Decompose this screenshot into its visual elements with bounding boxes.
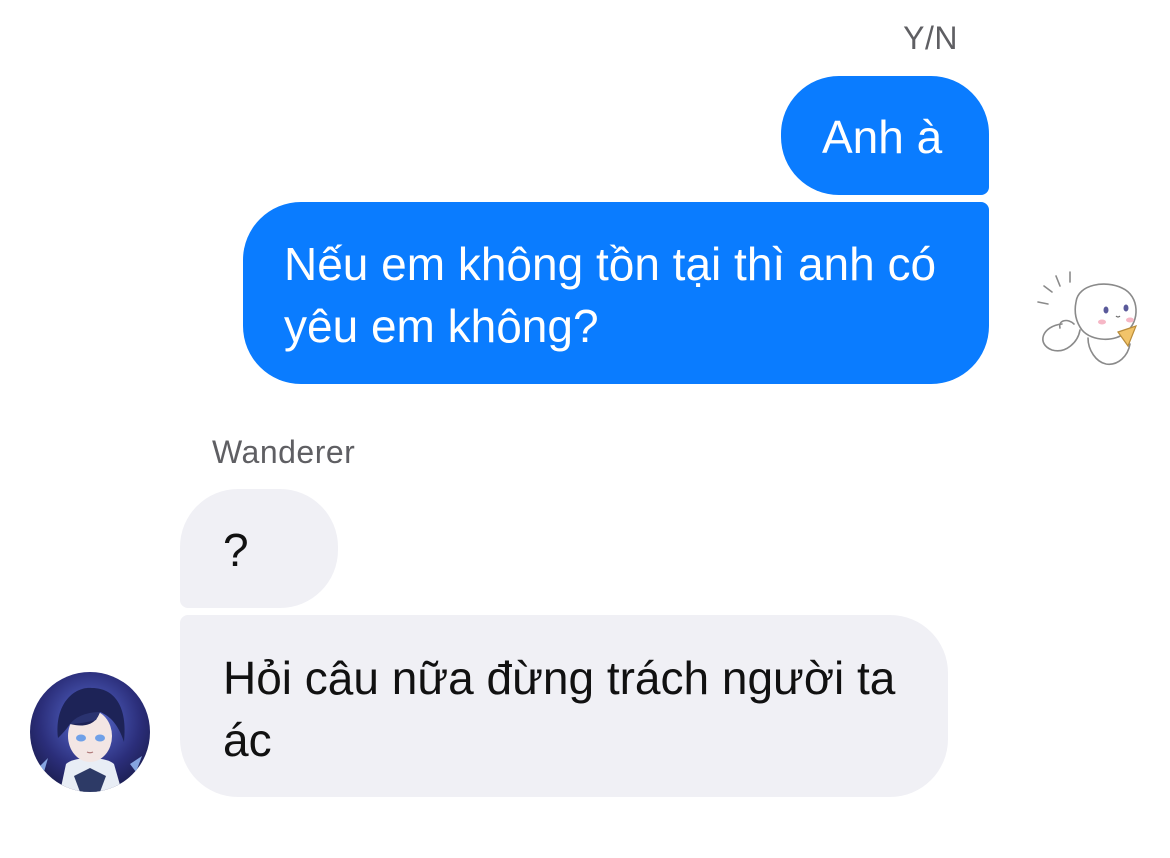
message-text: Hỏi câu nữa đừng trách người ta ác	[223, 652, 896, 766]
message-bubble-incoming[interactable]: ?	[180, 489, 338, 608]
message-bubble-incoming[interactable]: Hỏi câu nữa đừng trách người ta ác	[180, 615, 948, 797]
avatar[interactable]	[30, 672, 150, 792]
sender-name-other: Wanderer	[212, 434, 356, 470]
message-text: ?	[223, 524, 249, 576]
message-text: Nếu em không tồn tại thì anh có yêu em k…	[284, 238, 937, 352]
sender-name-me: Y/N	[903, 20, 958, 56]
message-text: Anh à	[822, 111, 943, 163]
cinnamoroll-sticker-icon	[1032, 266, 1142, 376]
message-bubble-outgoing[interactable]: Anh à	[781, 76, 989, 195]
message-bubble-outgoing[interactable]: Nếu em không tồn tại thì anh có yêu em k…	[243, 202, 989, 384]
